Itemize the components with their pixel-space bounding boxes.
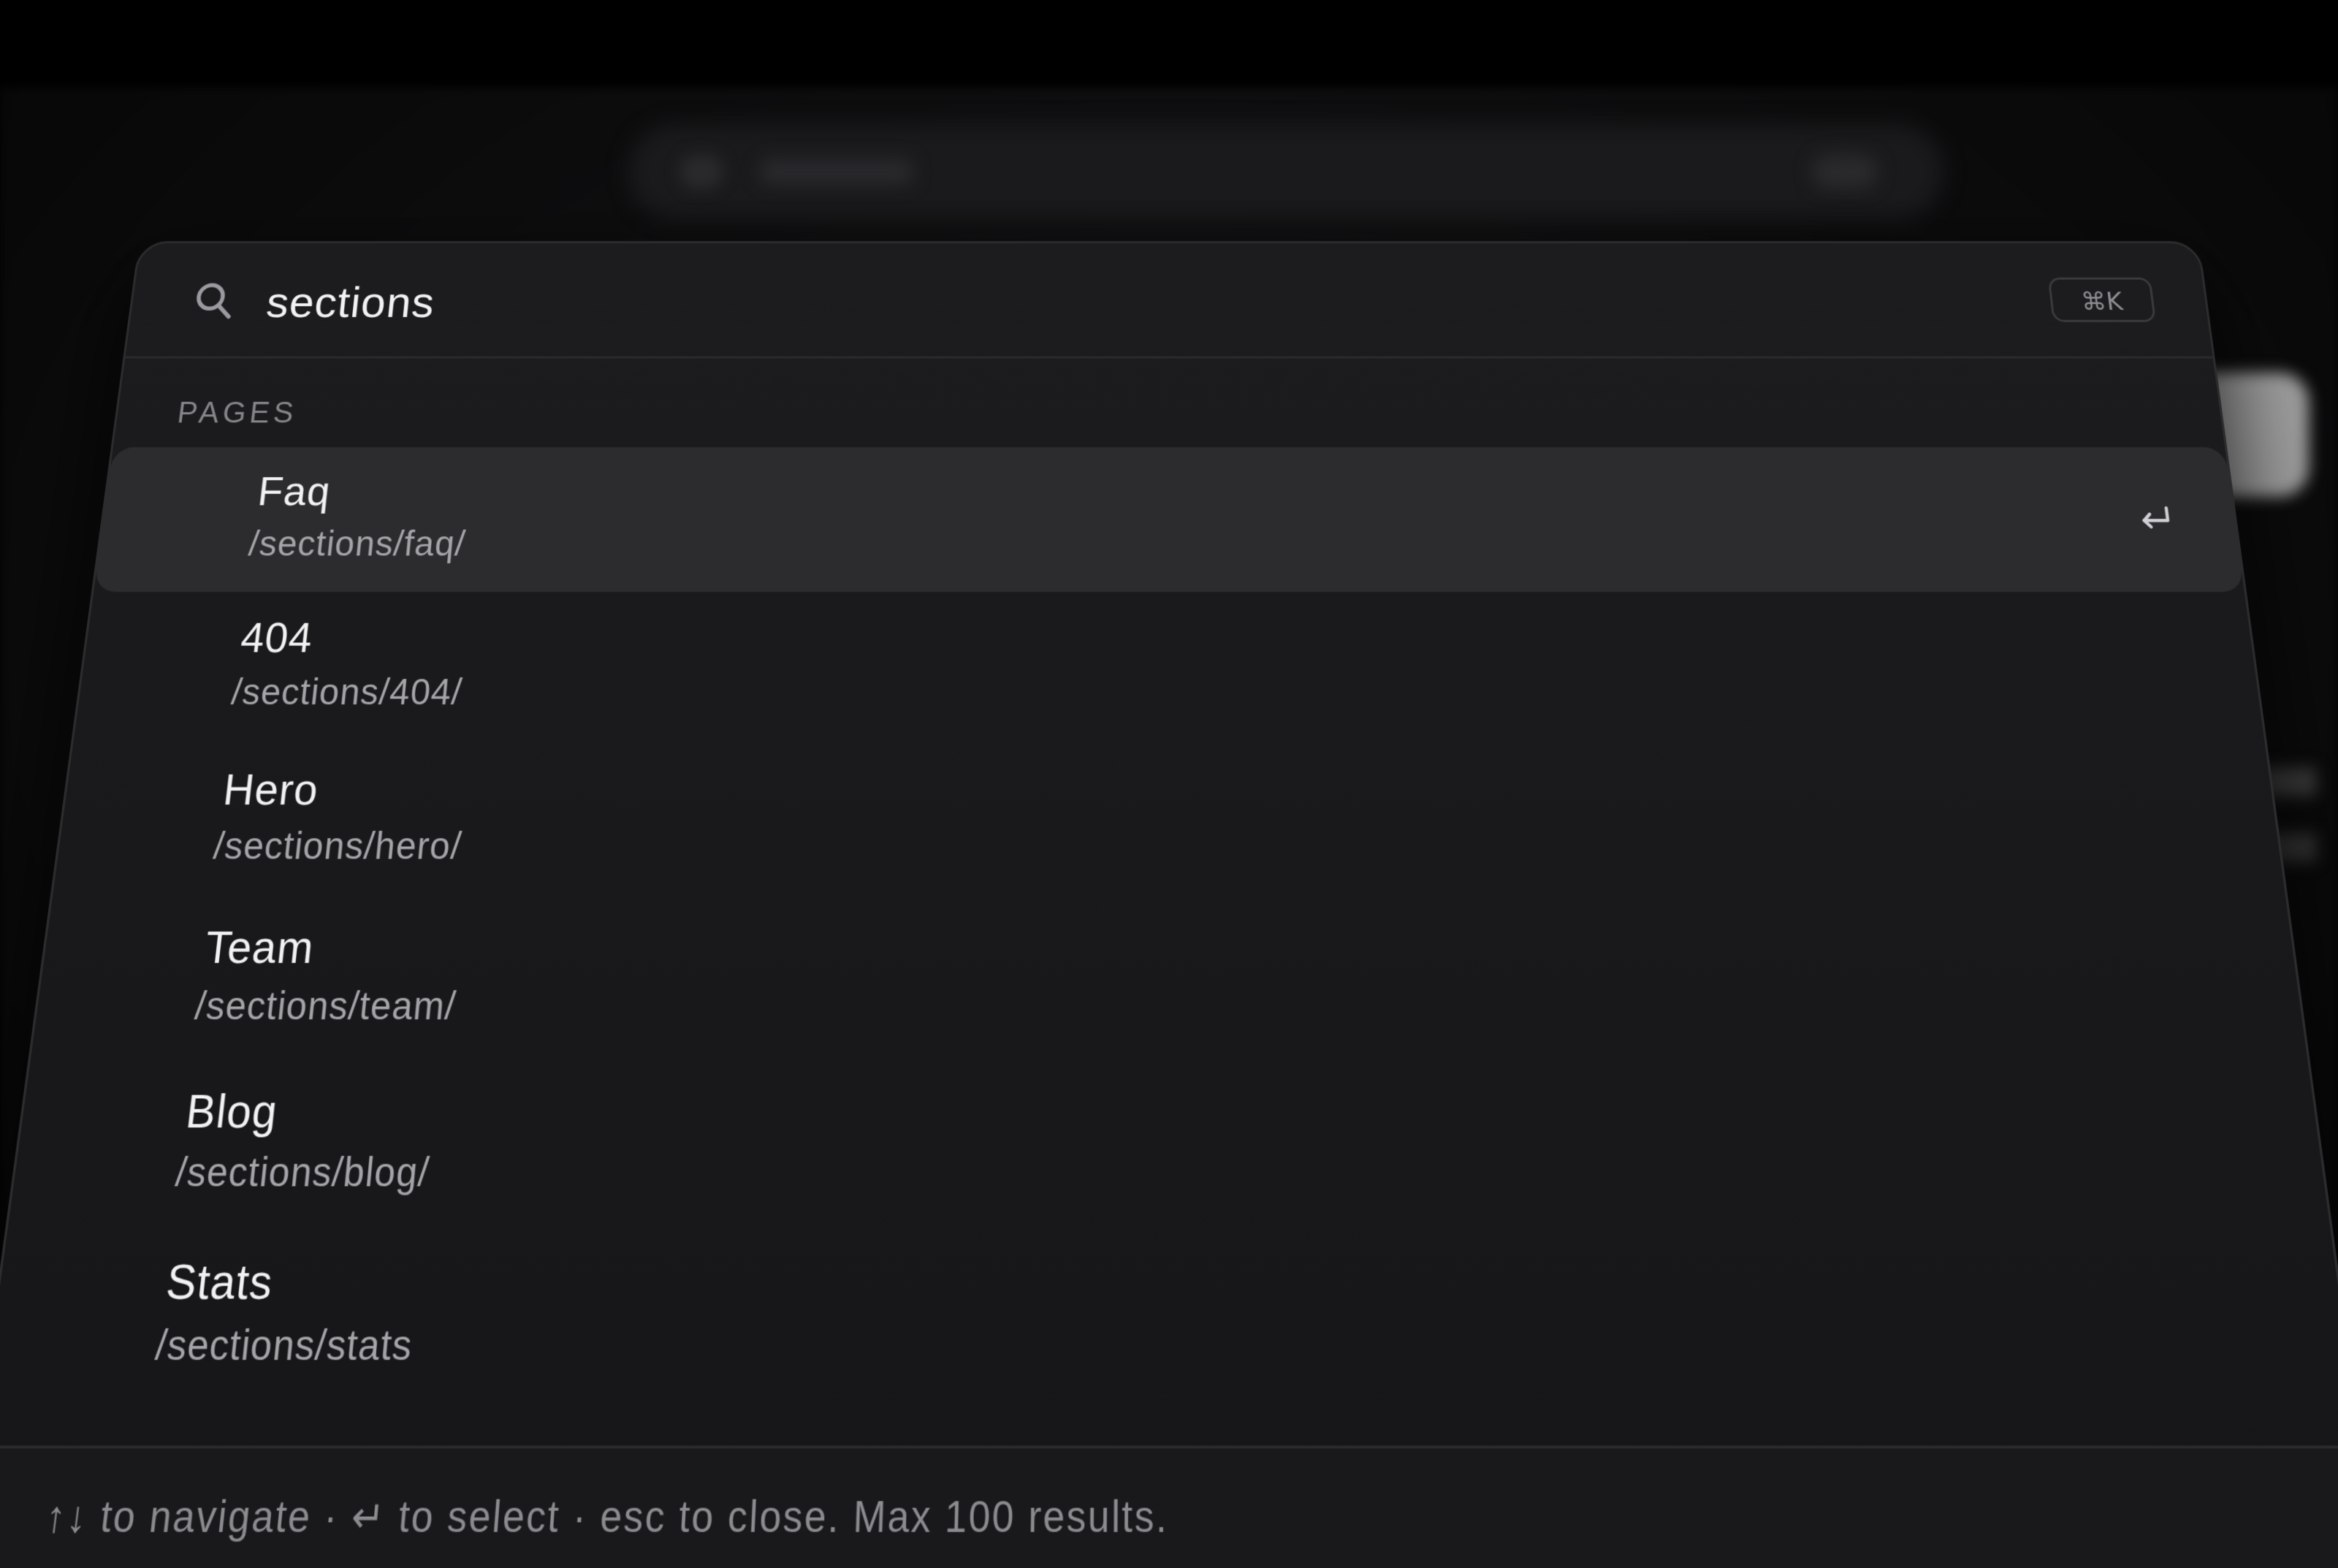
search-input[interactable] [261, 268, 1892, 335]
background-nav-button [1812, 155, 1878, 189]
result-item-team[interactable]: Team /sections/team/ [31, 898, 2307, 1060]
result-title: Blog [183, 1085, 281, 1138]
result-title: Faq [255, 468, 333, 514]
enter-icon [2133, 498, 2176, 536]
result-path: /sections/blog/ [173, 1149, 432, 1195]
screen: ⌘K PAGES Faq /sections/faq/ 404 /section… [0, 0, 2338, 1568]
command-palette-wrapper: ⌘K PAGES Faq /sections/faq/ 404 /section… [0, 241, 2338, 1568]
result-path: /sections/team/ [192, 983, 458, 1028]
result-title: Stats [163, 1255, 276, 1310]
group-label: PAGES [175, 396, 300, 430]
search-bar: ⌘K [125, 243, 2213, 359]
result-path: /sections/hero/ [211, 824, 464, 867]
keyboard-shortcut-badge: ⌘K [2047, 277, 2157, 322]
background-nav-logo [679, 155, 723, 189]
result-path: /sections/404/ [229, 671, 465, 712]
result-title: Hero [221, 765, 321, 815]
palette-footer: ↑↓ to navigate · ↵ to select · esc to cl… [0, 1445, 2338, 1568]
result-title: 404 [238, 614, 316, 662]
result-item-404[interactable]: 404 /sections/404/ [73, 592, 2264, 742]
result-item-faq[interactable]: Faq /sections/faq/ [94, 447, 2244, 593]
footer-hint: ↑↓ to navigate · ↵ to select · esc to cl… [42, 1491, 1169, 1542]
result-path: /sections/stats [153, 1320, 415, 1369]
result-title: Team [202, 922, 317, 973]
background-nav-link [760, 159, 913, 184]
result-path: /sections/faq/ [246, 523, 468, 563]
result-item-stats[interactable]: Stats /sections/stats [0, 1228, 2338, 1404]
search-icon [189, 279, 239, 322]
result-item-hero[interactable]: Hero /sections/hero/ [53, 742, 2286, 898]
command-palette: ⌘K PAGES Faq /sections/faq/ 404 /section… [0, 241, 2338, 1568]
result-item-blog[interactable]: Blog /sections/blog/ [8, 1060, 2331, 1229]
